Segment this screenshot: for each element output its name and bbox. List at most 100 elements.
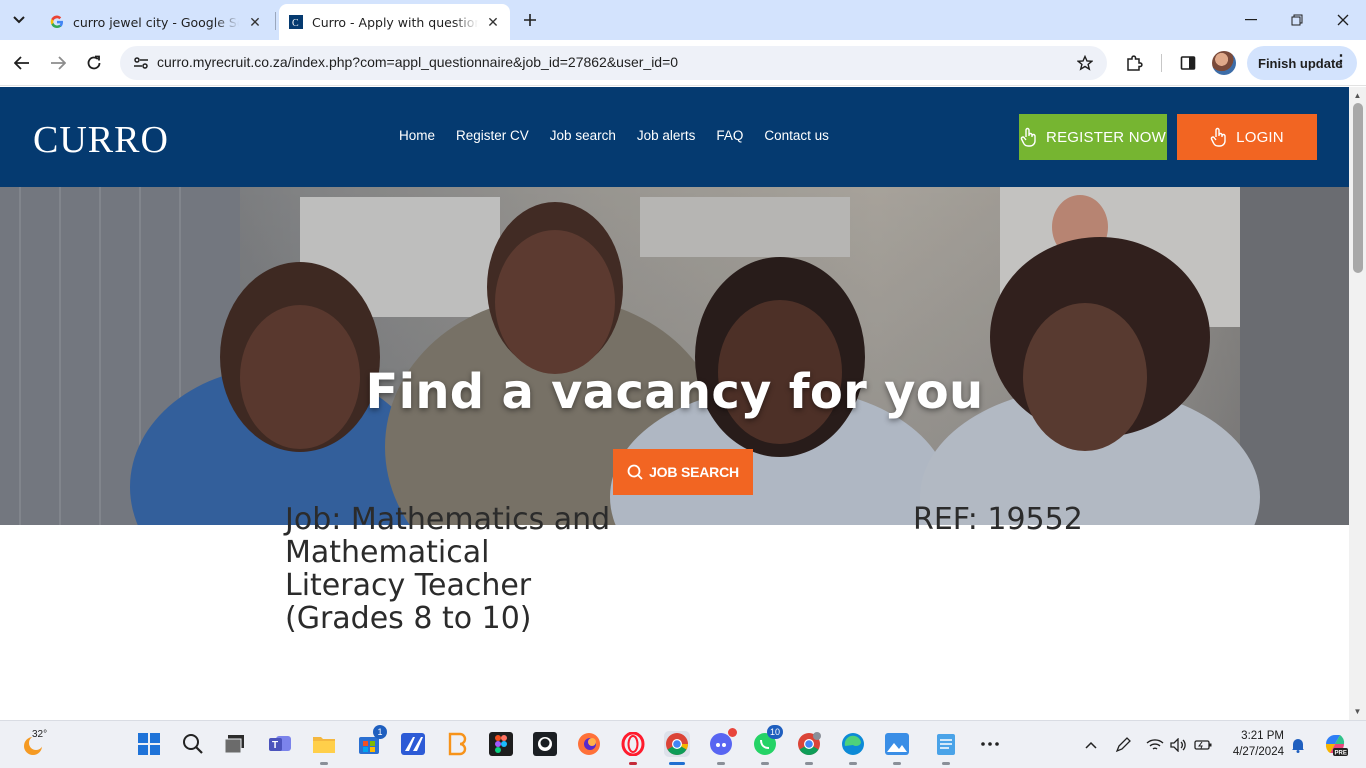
notification-bell-icon[interactable] [1288,735,1308,755]
extensions-icon[interactable] [1122,51,1146,75]
chevron-up-icon[interactable] [1081,735,1101,755]
github-icon[interactable] [532,731,558,757]
job-title: Job: Mathematics and Mathematical Litera… [285,502,611,636]
weather-temp: 32° [32,729,48,740]
file-explorer-icon[interactable] [311,731,337,765]
close-tab-icon[interactable]: ✕ [484,13,502,31]
scroll-down-arrow-icon[interactable]: ▼ [1353,707,1362,716]
plus-icon [524,14,536,26]
tab-curro-apply[interactable]: C Curro - Apply with questionnaire ✕ [279,4,510,40]
svg-text:C: C [292,18,299,29]
reload-button[interactable] [80,49,108,77]
running-indicator [717,762,725,765]
clock-time: 3:21 PM [1241,730,1284,742]
chrome-icon[interactable] [664,731,690,765]
weather-widget[interactable]: 32° [20,729,50,759]
svg-text:PRE: PRE [1335,751,1347,757]
arrow-left-icon [14,56,29,70]
figma-icon[interactable] [488,731,514,757]
nav-faq[interactable]: FAQ [716,128,743,143]
volume-icon[interactable] [1169,735,1189,755]
hero-banner: Find a vacancy for you JOB SEARCH [0,187,1349,525]
curro-logo[interactable]: CURRO [33,118,169,162]
minimize-button[interactable] [1236,8,1266,32]
store-badge: 1 [373,725,387,739]
job-search-label: JOB SEARCH [649,464,739,480]
finish-update-button[interactable]: Finish update ⋮ [1247,46,1357,80]
firefox-icon[interactable] [576,731,602,757]
app-icon[interactable] [400,731,426,757]
edge-icon[interactable] [840,731,866,765]
running-indicator [942,762,950,765]
address-bar[interactable]: curro.myrecruit.co.za/index.php?com=appl… [120,46,1107,80]
discord-icon[interactable] [708,728,737,765]
photos-icon[interactable] [884,731,910,765]
discord-badge [728,728,737,737]
chrome-profile-icon[interactable] [796,731,822,765]
teams-icon[interactable]: T [267,731,293,757]
scrollbar-thumb[interactable] [1353,103,1363,273]
nav-contact-us[interactable]: Contact us [764,128,829,143]
bitcoin-wallet-icon[interactable] [444,731,470,757]
login-button[interactable]: LOGIN [1177,114,1317,160]
pointer-hand-icon [1020,127,1038,147]
running-indicator [849,762,857,765]
tab-divider [275,12,276,30]
back-button[interactable] [8,49,36,77]
scroll-up-arrow-icon[interactable]: ▲ [1353,91,1362,100]
running-indicator [629,762,637,765]
restore-button[interactable] [1282,8,1312,32]
arrow-right-icon [51,56,66,70]
browser-toolbar: curro.myrecruit.co.za/index.php?com=appl… [0,40,1366,86]
svg-text:T: T [272,740,278,751]
tab-title: curro jewel city - Google Search [73,14,239,30]
system-clock[interactable]: 3:21 PM 4/27/2024 [1224,728,1284,760]
tab-google-search[interactable]: curro jewel city - Google Search ✕ [40,4,272,40]
notepad-icon[interactable] [933,731,959,765]
site-header: CURRO Home Register CV Job search Job al… [0,87,1349,187]
close-window-button[interactable] [1328,8,1358,32]
more-apps-icon[interactable] [977,731,1003,757]
toolbar-separator [1161,54,1162,72]
microsoft-store-icon[interactable]: 1 [356,725,387,757]
running-indicator [669,762,685,765]
battery-icon[interactable] [1193,735,1213,755]
side-panel-icon[interactable] [1176,51,1200,75]
copilot-icon[interactable]: PRE [1322,731,1348,757]
whatsapp-icon[interactable]: 10 [752,725,783,765]
opera-icon[interactable] [620,731,646,765]
tab-search-button[interactable] [6,8,32,32]
page-viewport: CURRO Home Register CV Job search Job al… [0,87,1349,720]
close-icon [1337,14,1349,26]
nav-home[interactable]: Home [399,128,435,143]
running-indicator [761,762,769,765]
close-tab-icon[interactable]: ✕ [246,13,264,31]
windows-taskbar: 32° T 1 10 3:21 PM 4/27/2024 PRE [0,720,1366,768]
start-icon[interactable] [136,731,162,757]
register-now-button[interactable]: REGISTER NOW [1019,114,1167,160]
minimize-icon [1245,19,1257,21]
finish-update-label: Finish update [1258,55,1343,71]
running-indicator [893,762,901,765]
register-now-label: REGISTER NOW [1046,128,1166,146]
nav-job-search[interactable]: Job search [550,128,616,143]
profile-avatar[interactable] [1212,51,1236,75]
search-icon[interactable] [180,731,206,757]
job-search-button[interactable]: JOB SEARCH [613,449,753,495]
url-text[interactable]: curro.myrecruit.co.za/index.php?com=appl… [157,54,678,70]
bookmark-star-icon[interactable] [1075,53,1095,73]
new-tab-button[interactable] [518,8,542,32]
nav-job-alerts[interactable]: Job alerts [637,128,696,143]
wifi-icon[interactable] [1145,735,1165,755]
search-icon [627,464,643,480]
forward-button[interactable] [44,49,72,77]
task-view-icon[interactable] [222,731,248,757]
tab-title: Curro - Apply with questionnaire [312,14,478,30]
chevron-down-icon [13,16,25,24]
site-info-icon[interactable] [130,53,152,73]
pointer-hand-icon [1210,127,1228,147]
pen-icon[interactable] [1113,735,1133,755]
job-ref: REF: 19552 [913,502,1083,537]
nav-register-cv[interactable]: Register CV [456,128,529,143]
page-scrollbar[interactable]: ▲ ▼ [1349,87,1366,720]
